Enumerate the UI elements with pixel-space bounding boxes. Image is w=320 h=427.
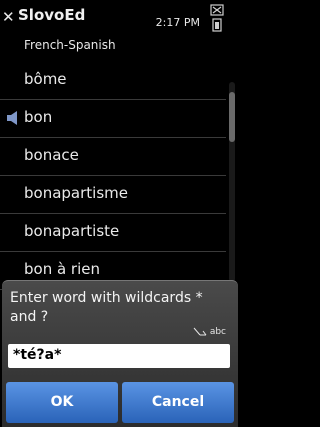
clock: 2:17 PM (155, 16, 200, 29)
list-item-label: bonace (24, 146, 79, 164)
list-item[interactable]: bon (0, 100, 226, 138)
list-item-label: bonapartisme (24, 184, 128, 202)
wildcard-input[interactable]: *té?a* (8, 344, 230, 368)
list-item-label: bon à rien (24, 260, 101, 278)
wildcard-dialog: Enter word with wildcards * and ? abc *t… (2, 280, 238, 427)
list-item[interactable]: bonace (0, 138, 226, 176)
dictionary-name: French-Spanish (24, 38, 116, 52)
word-list: bôme bon bonace bonapartisme bonapartist… (0, 62, 226, 290)
status-bar: ✕ SlovoEd 2:17 PM (0, 0, 240, 34)
input-mode-indicator: abc (193, 327, 226, 337)
signal-icon (210, 4, 224, 16)
list-item[interactable]: bonapartiste (0, 214, 226, 252)
close-icon[interactable]: ✕ (2, 10, 16, 25)
ok-button[interactable]: OK (6, 382, 118, 423)
input-mode-label: abc (209, 327, 226, 337)
list-item-label: bon (24, 108, 53, 126)
list-item[interactable]: bôme (0, 62, 226, 100)
battery-icon (212, 18, 222, 32)
list-item-label: bonapartiste (24, 222, 120, 240)
speaker-icon[interactable] (6, 111, 22, 125)
app-title: SlovoEd (18, 6, 86, 24)
scrollbar[interactable] (229, 82, 235, 282)
scrollbar-thumb[interactable] (229, 92, 235, 142)
dialog-prompt: Enter word with wildcards * and ? (10, 290, 203, 325)
list-item-label: bôme (24, 70, 67, 88)
list-item[interactable]: bonapartisme (0, 176, 226, 214)
cancel-button[interactable]: Cancel (122, 382, 234, 423)
wildcard-input-value: *té?a* (13, 347, 62, 363)
pencil-icon (193, 327, 207, 336)
